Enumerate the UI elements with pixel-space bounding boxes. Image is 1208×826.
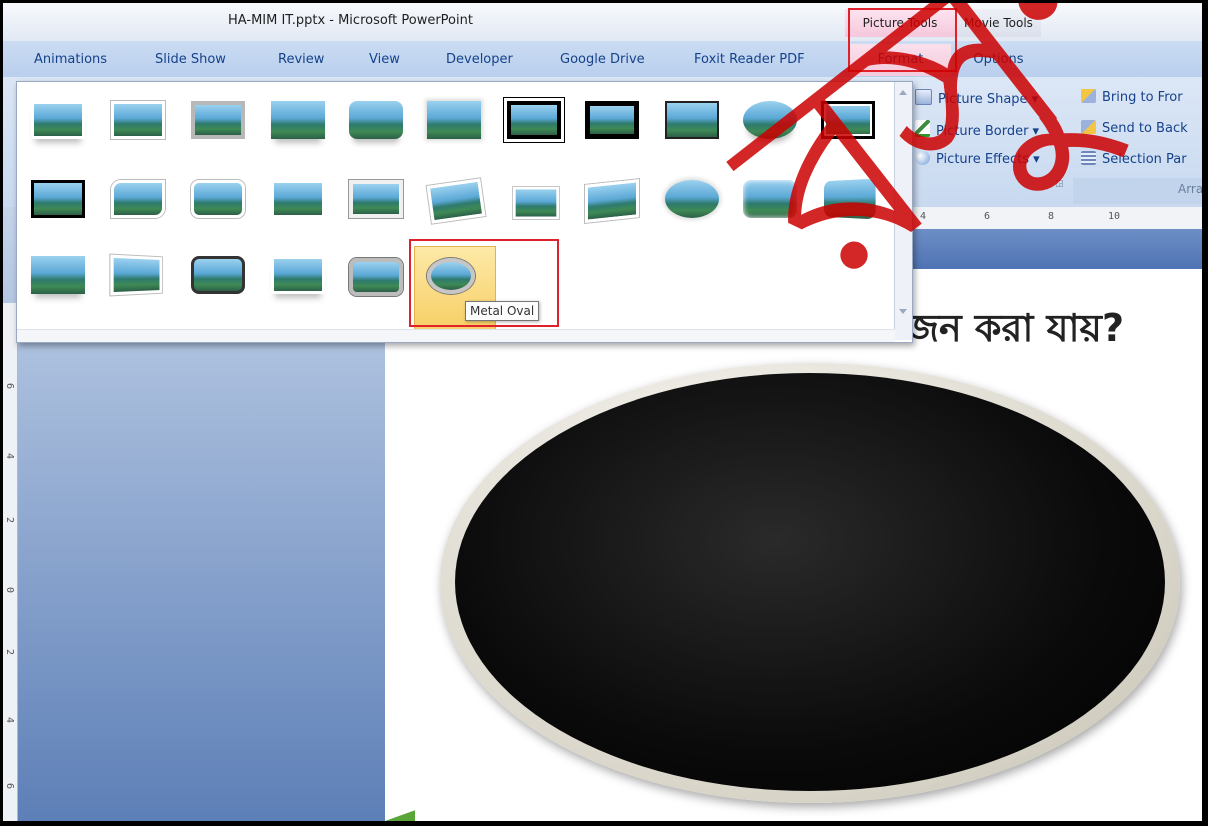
style-simple-frame-black-2[interactable] [31, 180, 85, 218]
tab-google-drive[interactable]: Google Drive [560, 52, 645, 67]
movie-tools-context-tab[interactable]: Movie Tools [956, 9, 1041, 37]
tab-developer[interactable]: Developer [446, 52, 513, 67]
tab-review[interactable]: Review [278, 52, 324, 67]
metal-oval-highlight [409, 239, 559, 327]
style-reflected-bevel-black[interactable] [271, 256, 325, 294]
style-rotated-white[interactable] [426, 178, 486, 224]
picture-shape-button[interactable]: Picture Shape ▾ [915, 89, 1038, 107]
style-soft-edge-oval[interactable] [665, 180, 719, 218]
tab-view[interactable]: View [369, 52, 400, 67]
style-bevel-perspective-left[interactable] [110, 254, 163, 296]
picture-effects-button[interactable]: Picture Effects ▾ [915, 151, 1040, 167]
scroll-down-icon[interactable] [899, 309, 907, 314]
scroll-up-icon[interactable] [899, 90, 907, 95]
style-metal-frame[interactable] [191, 101, 245, 139]
window-title: HA-MIM IT.pptx - Microsoft PowerPoint [228, 13, 473, 28]
horizontal-ruler: 4 6 8 10 [908, 207, 1202, 230]
tab-foxit-reader-pdf[interactable]: Foxit Reader PDF [694, 52, 805, 67]
arrange-group-label: Arra [1073, 178, 1202, 204]
picture-shape-icon [915, 89, 932, 105]
style-simple-frame-black[interactable] [665, 101, 719, 139]
style-bevel-rectangle[interactable] [349, 180, 403, 218]
picture-effects-icon [915, 151, 930, 165]
gallery-resize-bar[interactable] [17, 329, 895, 342]
tab-slide-show[interactable]: Slide Show [155, 52, 226, 67]
style-moderate-frame-white[interactable] [271, 180, 325, 218]
selection-pane-button[interactable]: Selection Par [1081, 151, 1187, 167]
style-bevel-rectangle-2[interactable] [743, 180, 797, 218]
style-reflected-perspective-right[interactable] [31, 256, 85, 294]
selection-pane-icon [1081, 151, 1096, 165]
style-perspective-shadow[interactable] [513, 186, 559, 220]
style-reflected-rounded-rectangle[interactable] [349, 101, 403, 139]
style-snip-diagonal-corner[interactable] [191, 180, 245, 218]
tab-animations[interactable]: Animations [34, 52, 107, 67]
style-reflected-bevel-white[interactable] [743, 101, 797, 139]
style-relaxed-perspective[interactable] [585, 179, 639, 223]
powerpoint-window: HA-MIM IT.pptx - Microsoft PowerPoint Pi… [3, 3, 1202, 821]
title-bar: HA-MIM IT.pptx - Microsoft PowerPoint Pi… [3, 3, 1202, 41]
picture-border-button[interactable]: Picture Border ▾ [915, 120, 1039, 139]
tab-options[interactable]: Options [956, 44, 1041, 76]
slide-canvas[interactable]: জন করা যায়? [385, 269, 1202, 821]
send-to-back-icon [1081, 120, 1096, 134]
slide-heading[interactable]: জন করা যায়? [905, 299, 1124, 363]
send-to-back-button[interactable]: Send to Back [1081, 120, 1188, 136]
slide-header-band [908, 229, 1202, 269]
style-bevel-perspective[interactable] [823, 178, 876, 220]
style-drop-shadow-rectangle[interactable] [271, 101, 325, 139]
selected-picture[interactable] [455, 373, 1165, 791]
bring-to-front-button[interactable]: Bring to Fror [1081, 89, 1183, 105]
style-center-shadow-rectangle[interactable] [821, 101, 875, 139]
style-soft-edge-rectangle[interactable] [427, 101, 481, 139]
style-simple-frame-white[interactable] [31, 101, 85, 139]
style-beveled-matte-white[interactable] [111, 101, 165, 139]
style-rounded-diagonal-corner[interactable] [111, 180, 165, 218]
picture-border-icon [915, 120, 930, 137]
gallery-scrollbar[interactable] [894, 82, 912, 340]
picture-tools-format-highlight [848, 8, 957, 72]
bring-to-front-icon [1081, 89, 1096, 103]
style-compound-frame-black[interactable] [349, 258, 403, 296]
style-double-frame-black[interactable] [507, 101, 561, 139]
style-metal-rounded-rectangle[interactable] [191, 256, 245, 294]
ribbon-tab-row: Animations Slide Show Review View Develo… [3, 41, 1202, 77]
dialog-launcher-icon[interactable]: ◲ [1055, 179, 1064, 189]
vertical-ruler: 6 4 2 0 2 4 6 [3, 303, 18, 821]
style-thick-matte-black[interactable] [585, 101, 639, 139]
